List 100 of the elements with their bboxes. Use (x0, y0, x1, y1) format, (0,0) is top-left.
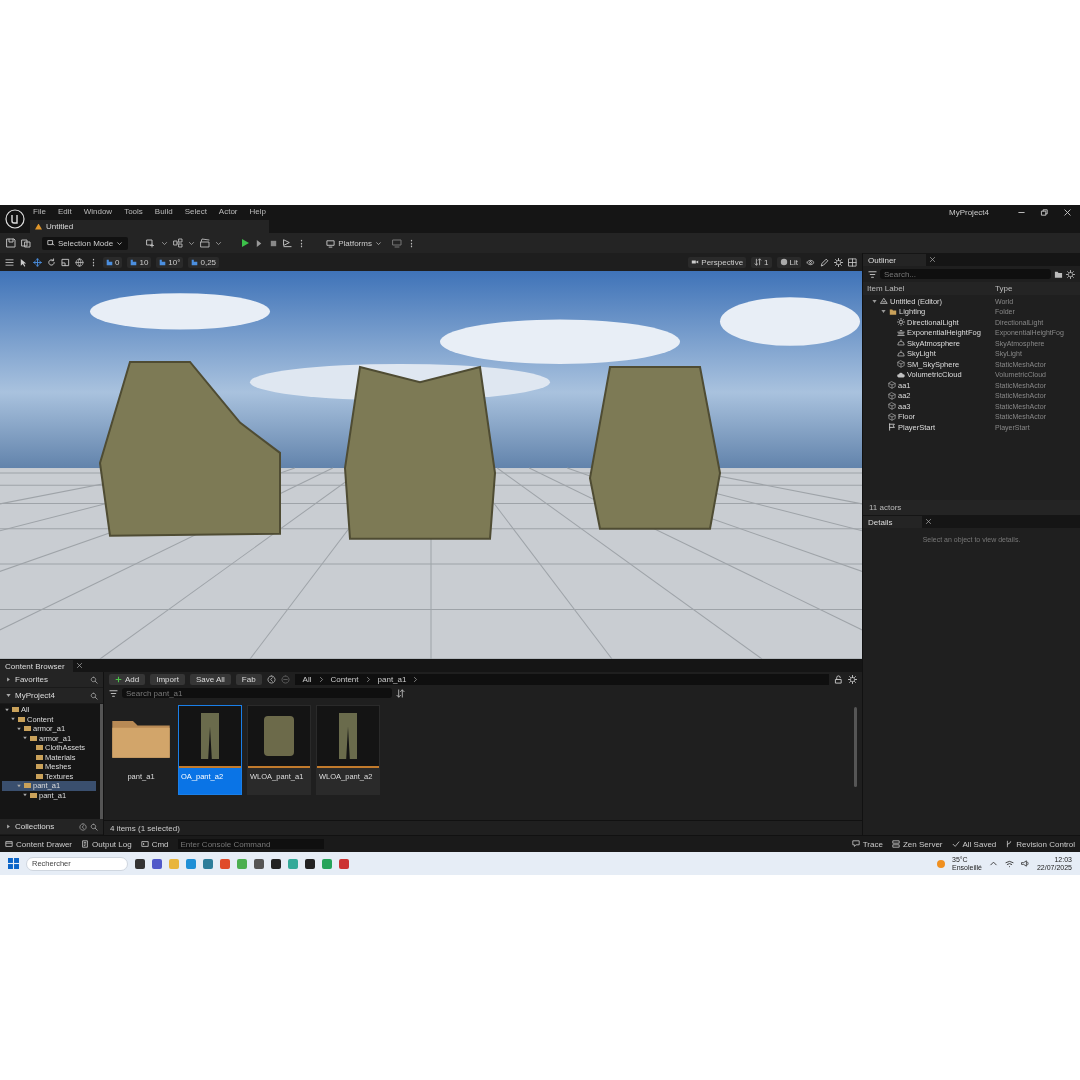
menu-item[interactable]: Select (184, 207, 207, 218)
settings-icon[interactable] (848, 675, 857, 684)
breadcrumb-link[interactable]: Content (330, 675, 359, 684)
settings-icon[interactable] (1066, 269, 1075, 279)
speaker-icon[interactable] (1020, 859, 1030, 868)
windows-start-icon[interactable] (8, 858, 19, 869)
select-tool-icon[interactable] (19, 257, 28, 267)
status-bar-button[interactable]: Output Log (81, 839, 132, 849)
status-bar-button[interactable]: Revision Control (1005, 839, 1075, 849)
snap-value-dropdown[interactable]: 10 (127, 256, 152, 268)
blueprint-icon[interactable] (173, 238, 184, 248)
collapsed-arrow-icon[interactable] (5, 676, 12, 683)
section-title[interactable]: Collections (15, 822, 76, 831)
taskbar-app-icon[interactable] (254, 858, 264, 869)
close-icon[interactable] (925, 518, 933, 525)
tree-arrow-icon[interactable] (871, 297, 878, 305)
content-browser-tab[interactable]: Content Browser (0, 659, 73, 672)
snap-value-dropdown[interactable]: 10° (156, 256, 184, 268)
close-button[interactable] (1063, 208, 1072, 217)
taskbar-app-icon[interactable] (305, 858, 315, 869)
search-field[interactable]: Search pant_a1 (122, 688, 392, 698)
collapsed-arrow-icon[interactable] (5, 823, 12, 830)
stop-icon[interactable] (269, 238, 279, 248)
layout-icon[interactable] (848, 257, 857, 267)
menu-item[interactable]: Actor (218, 207, 238, 218)
add-actor-icon[interactable] (146, 238, 157, 248)
sort-icon[interactable] (396, 688, 405, 698)
globe-icon[interactable] (75, 257, 84, 267)
column-header[interactable]: Item Label (867, 284, 995, 293)
snap-value-dropdown[interactable]: 0,25 (188, 256, 220, 268)
taskbar-app-icon[interactable] (271, 858, 281, 869)
lock-icon[interactable] (834, 675, 843, 684)
search-icon[interactable] (90, 822, 98, 831)
section-header[interactable]: MyProject4 (0, 688, 103, 703)
selection-mode-dropdown[interactable]: Selection Mode (42, 236, 129, 250)
menu-item[interactable]: Help (249, 207, 266, 218)
status-bar-button[interactable]: Content Drawer (5, 839, 73, 849)
search-icon[interactable] (90, 675, 98, 684)
menu-item[interactable]: Build (154, 207, 173, 218)
tree-arrow-icon[interactable] (10, 716, 16, 723)
tree-arrow-icon[interactable] (16, 725, 22, 732)
status-bar-button[interactable]: Zen Server (891, 839, 943, 849)
back-icon[interactable] (266, 675, 276, 684)
view-mode-dropdown[interactable]: Lit (776, 256, 801, 268)
section-title[interactable]: Favorites (15, 675, 87, 684)
outliner-tab[interactable]: Outliner (863, 253, 926, 266)
close-icon[interactable] (75, 662, 83, 669)
menu-item[interactable]: Tools (124, 207, 143, 218)
viewport-menu-icon[interactable] (5, 257, 14, 267)
settings-icon[interactable] (834, 257, 843, 267)
save-icon[interactable] (6, 238, 16, 248)
menu-item[interactable]: Edit (57, 207, 72, 218)
section-title[interactable]: MyProject4 (15, 691, 87, 700)
move-tool-icon[interactable] (33, 257, 42, 267)
column-header[interactable]: Type (995, 284, 1076, 293)
menu-item[interactable]: File (33, 207, 46, 218)
wifi-icon[interactable] (1004, 859, 1014, 868)
breadcrumb-link[interactable]: pant_a1 (377, 675, 407, 684)
tree-arrow-icon[interactable] (22, 792, 28, 799)
toolbar-button[interactable]: Add (109, 674, 146, 685)
search-icon[interactable] (90, 691, 98, 700)
caret-icon[interactable] (188, 239, 196, 247)
status-bar-button[interactable]: Trace (851, 839, 883, 849)
search-field[interactable]: Search... (880, 269, 1051, 279)
chevron-up-icon[interactable] (988, 859, 998, 868)
caret-icon[interactable] (161, 239, 169, 247)
close-icon[interactable] (929, 256, 936, 263)
folder-icon[interactable] (1054, 269, 1063, 279)
camera-speed-dropdown[interactable]: 1 (751, 256, 772, 268)
filter-icon[interactable] (868, 269, 877, 279)
tree-arrow-icon[interactable] (16, 782, 22, 789)
snap-value-dropdown[interactable]: 0 (103, 256, 123, 268)
command-dropdown[interactable]: Cmd (140, 839, 169, 849)
scrollbar[interactable] (854, 707, 857, 787)
scale-tool-icon[interactable] (61, 257, 70, 267)
caret-icon[interactable] (215, 239, 223, 247)
clapperboard-icon[interactable] (200, 238, 211, 248)
tree-arrow-icon[interactable] (4, 706, 10, 713)
details-tab[interactable]: Details (863, 515, 923, 528)
tree-arrow-icon[interactable] (22, 735, 28, 742)
breadcrumb-link[interactable]: All (302, 675, 312, 684)
engine-logo-icon[interactable] (5, 209, 25, 229)
expanded-arrow-icon[interactable] (5, 692, 12, 699)
menu-item[interactable]: Window (83, 207, 113, 218)
filter-icon[interactable] (109, 688, 118, 698)
rotate-tool-icon[interactable] (47, 257, 56, 267)
section-header[interactable]: Favorites (0, 672, 103, 687)
monitor-icon[interactable] (391, 238, 402, 248)
browse-icon[interactable] (21, 238, 31, 248)
toolbar-button[interactable]: Fab (235, 674, 262, 685)
taskbar-app-icon[interactable] (135, 858, 145, 869)
level-tab[interactable]: Untitled (30, 220, 269, 233)
restore-button[interactable] (1040, 208, 1049, 217)
view-type-dropdown[interactable]: Perspective (688, 256, 747, 268)
pencil-icon[interactable] (820, 257, 829, 267)
section-header[interactable]: Collections (0, 819, 103, 834)
toolbar-button[interactable]: Import (150, 674, 185, 685)
eject-icon[interactable] (283, 238, 293, 248)
platforms-dropdown[interactable]: Platforms (321, 236, 387, 250)
status-bar-button[interactable]: All Saved (951, 839, 997, 849)
